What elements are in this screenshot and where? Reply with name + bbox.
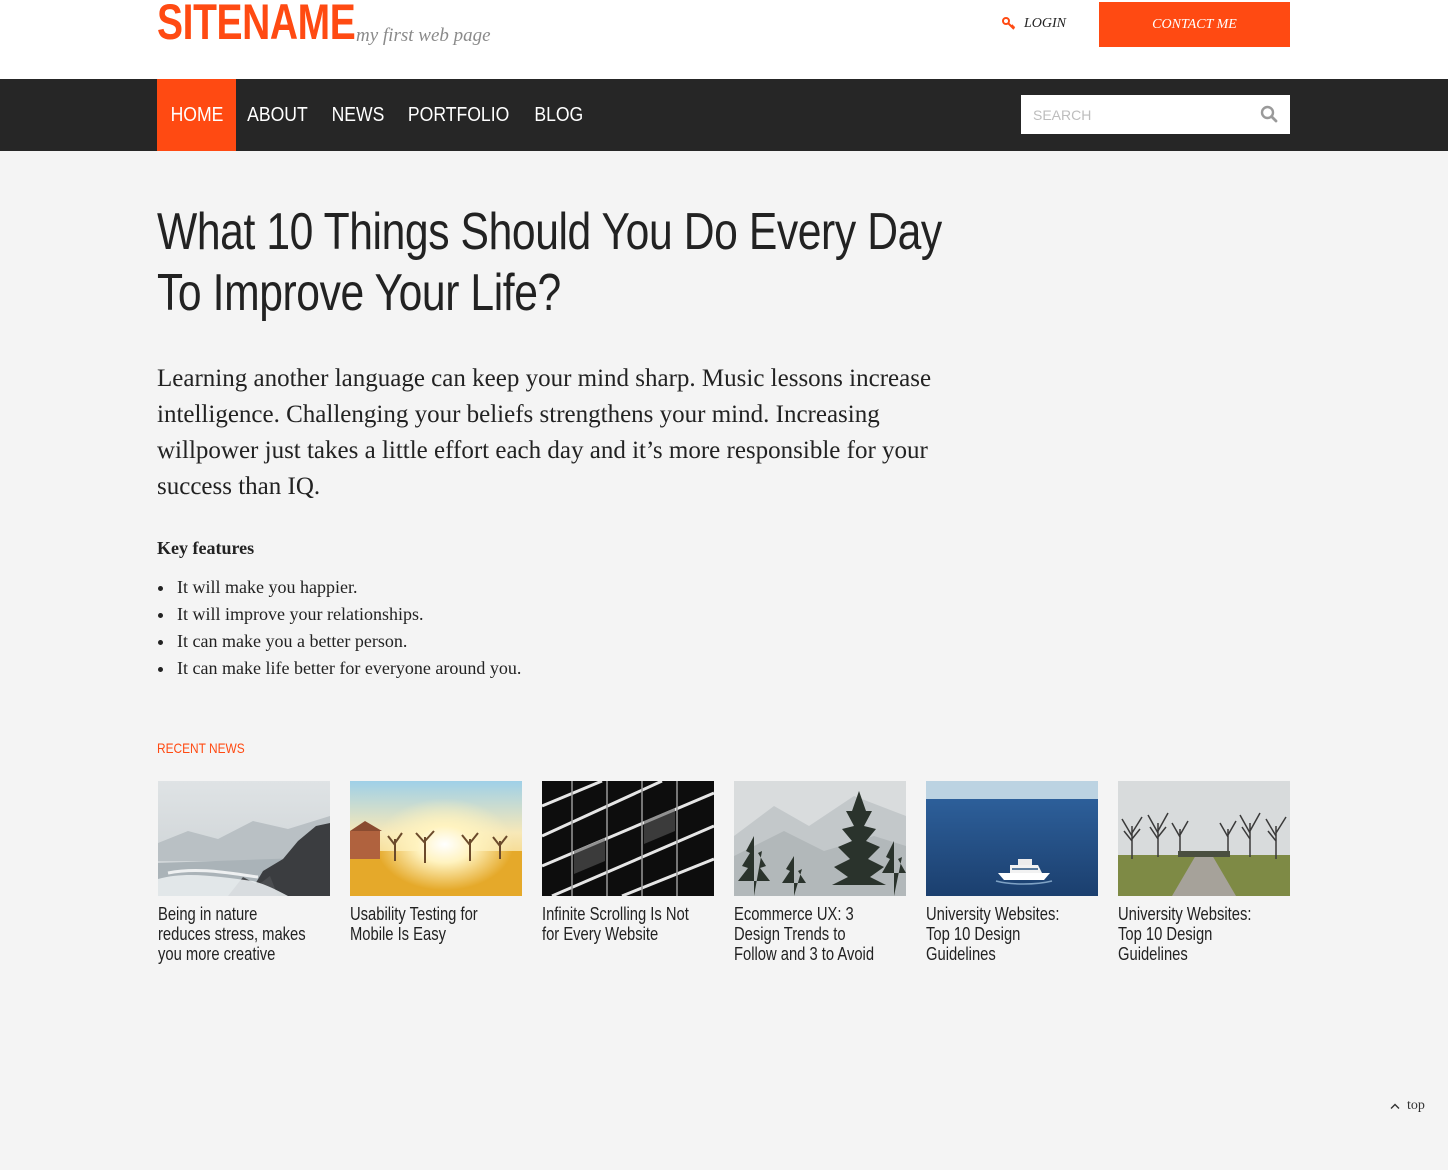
news-caption[interactable]: Being in nature reduces stress, makes yo… (158, 904, 314, 964)
news-caption[interactable]: Usability Testing for Mobile Is Easy (350, 904, 506, 944)
news-card[interactable]: Usability Testing for Mobile Is Easy (350, 781, 522, 944)
contact-me-button[interactable]: CONTACT ME (1099, 2, 1290, 47)
news-card[interactable]: Ecommerce UX: 3 Design Trends to Follow … (734, 781, 906, 964)
nav-item-home[interactable]: HOME (157, 79, 236, 151)
list-item: It will make you happier. (157, 574, 521, 601)
news-card[interactable]: University Websites: Top 10 Design Guide… (1118, 781, 1290, 964)
nav-item-label: BLOG (534, 103, 584, 126)
page-title: What 10 Things Should You Do Every Day T… (157, 202, 977, 324)
nav-item-portfolio[interactable]: PORTFOLIO (408, 79, 510, 151)
nav-item-label: PORTFOLIO (408, 103, 510, 126)
search-box (1021, 95, 1290, 134)
lead-paragraph: Learning another language can keep your … (157, 365, 932, 500)
key-features-heading: Key features (157, 538, 255, 558)
chevron-up-icon (1390, 1103, 1400, 1109)
login-label[interactable]: LOGIN (1024, 16, 1066, 32)
search-icon[interactable] (1260, 105, 1278, 123)
site-tagline: my first web page (356, 25, 491, 46)
nav-item-news[interactable]: NEWS (330, 79, 386, 151)
nav-item-label: NEWS (331, 103, 385, 126)
misty-coast-photo[interactable] (158, 781, 330, 896)
news-caption[interactable]: University Websites: Top 10 Design Guide… (926, 904, 1082, 964)
login-link[interactable]: LOGIN (1002, 14, 1066, 34)
main-nav: HOME ABOUT NEWS PORTFOLIO BLOG (0, 79, 1448, 151)
news-caption[interactable]: Infinite Scrolling Is Not for Every Webs… (542, 904, 698, 944)
nav-item-blog[interactable]: BLOG (533, 79, 585, 151)
news-caption[interactable]: University Websites: Top 10 Design Guide… (1118, 904, 1274, 964)
sunlit-orchard-photo[interactable] (350, 781, 522, 896)
key-icon (1002, 17, 1016, 30)
news-caption[interactable]: Ecommerce UX: 3 Design Trends to Follow … (734, 904, 890, 964)
site-header: SITENAME my first web page LOGIN CONTACT… (0, 0, 1448, 79)
page-title-line-2: To Improve Your Life? (157, 264, 561, 322)
news-card[interactable]: University Websites: Top 10 Design Guide… (926, 781, 1098, 964)
list-item: It will improve your relationships. (157, 601, 521, 628)
nav-item-about[interactable]: ABOUT (245, 79, 309, 151)
features-list: It will make you happier. It will improv… (157, 574, 521, 682)
back-to-top-label[interactable]: top (1407, 1098, 1425, 1114)
tree-lined-path-photo[interactable] (1118, 781, 1290, 896)
news-card[interactable]: Infinite Scrolling Is Not for Every Webs… (542, 781, 714, 944)
search-input[interactable] (1021, 95, 1251, 134)
list-item: It can make you a better person. (157, 628, 521, 655)
snowy-forest-photo[interactable] (734, 781, 906, 896)
back-to-top-link[interactable]: top (1390, 1097, 1425, 1115)
list-item: It can make life better for everyone aro… (157, 655, 521, 682)
nav-item-label: HOME (170, 103, 223, 126)
news-card[interactable]: Being in nature reduces stress, makes yo… (158, 781, 330, 964)
page-title-line-1: What 10 Things Should You Do Every Day (157, 203, 942, 261)
building-facade-photo[interactable] (542, 781, 714, 896)
site-logo[interactable]: SITENAME (157, 0, 356, 52)
recent-news-heading: RECENT NEWS (157, 740, 245, 756)
yacht-at-sea-photo[interactable] (926, 781, 1098, 896)
nav-item-label: ABOUT (246, 103, 308, 126)
